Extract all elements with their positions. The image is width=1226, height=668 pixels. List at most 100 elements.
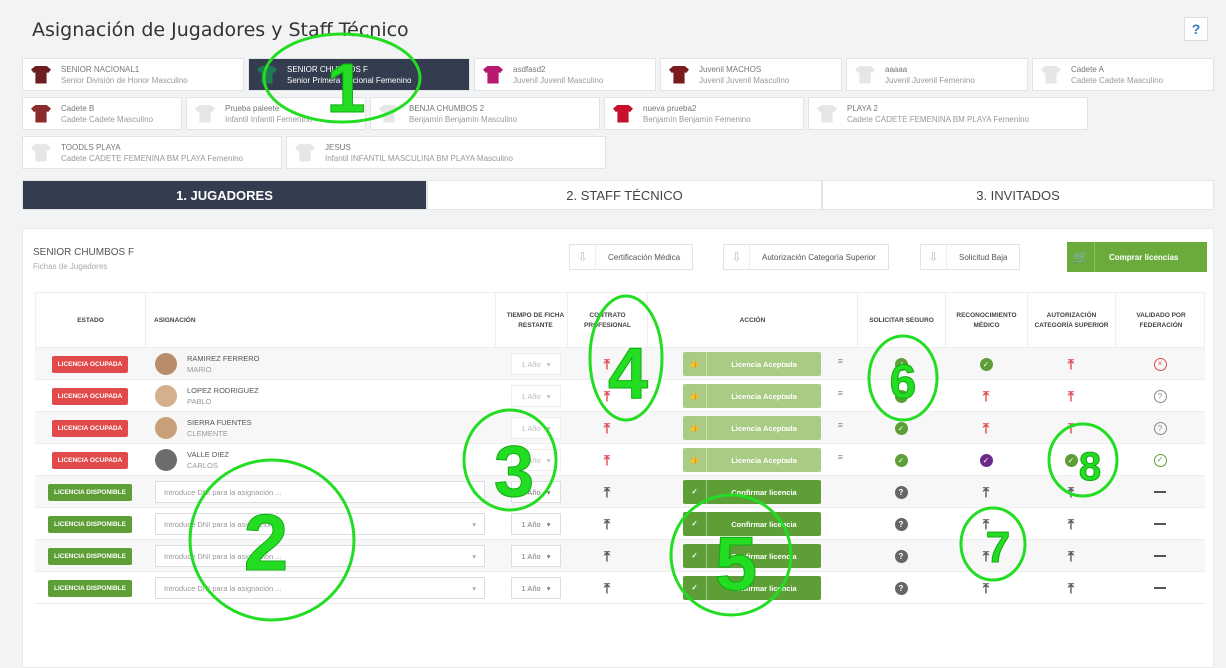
medical-upload-icon[interactable]: ⤒ [983,548,989,565]
team-card[interactable]: SENIOR CHUMBOS F Senior Primera Nacional … [248,58,470,91]
tab-staff-tecnico[interactable]: 2. STAFF TÉCNICO [427,180,822,210]
insurance-question-icon[interactable]: ? [894,517,908,531]
team-name: PLAYA 2 [847,103,878,113]
years-select[interactable]: 1 Año ▾ [511,449,561,471]
medical-ok-icon: ✓ [979,453,993,467]
termination-request-button[interactable]: ⇩ Solicitud Baja [920,244,1021,270]
chevron-down-icon: ▾ [472,583,476,593]
contract-upload-icon[interactable]: ⤒ [604,452,610,469]
col-medico: RECONOCIMIENTO MÉDICO [946,293,1028,349]
years-select[interactable]: 1 Año ▾ [511,353,561,375]
medical-upload-icon[interactable]: ⤒ [983,484,989,501]
panel-subtitle: Fichas de Jugadores [33,262,108,271]
license-accepted-button[interactable]: 👍 Licencia Aceptada [683,384,821,408]
medical-upload-icon[interactable]: ⤒ [983,420,989,437]
dni-assignment-input[interactable]: Introduce DNI para la asignación ... ▾ [155,513,485,535]
license-accepted-button[interactable]: 👍 Licencia Aceptada [683,416,821,440]
confirm-license-button[interactable]: ✓ Confirmar licencia [683,480,821,504]
team-card[interactable]: TOODLS PLAYA Cadete CADETE FEMENINA BM PL… [22,136,282,169]
chevron-down-icon: ▾ [546,391,551,401]
team-card[interactable]: aaaaa Juvenil Juvenil Femenino [846,58,1028,91]
team-category: Cadete Cadete Masculino [1071,75,1164,85]
team-card[interactable]: SENIOR NACIONAL1 Senior División de Honor… [22,58,244,91]
authorization-upload-icon[interactable]: ⤒ [1068,580,1074,597]
years-select[interactable]: 1 Año ▾ [511,577,561,599]
team-category: Benjamín Benjamín Masculino [409,114,518,124]
contract-upload-icon[interactable]: ⤒ [604,420,610,437]
menu-icon[interactable]: ≡ [838,388,843,398]
contract-upload-icon[interactable]: ⤒ [604,580,610,597]
authorization-upload-icon[interactable]: ⤒ [1068,388,1074,405]
contract-upload-icon[interactable]: ⤒ [604,516,610,533]
authorization-upload-icon[interactable]: ⤒ [1068,548,1074,565]
table-row: LICENCIA DISPONIBLE Introduce DNI para l… [35,540,1205,572]
player-surname: RAMIREZ FERRERO [187,354,260,363]
years-select[interactable]: 1 Año ▾ [511,385,561,407]
col-validado: VALIDADO POR FEDERACIÓN [1136,312,1186,329]
buy-licenses-button[interactable]: 🛒 Comprar licencias [1067,242,1207,272]
players-panel: SENIOR CHUMBOS F Fichas de Jugadores ⇩ C… [22,228,1214,668]
team-card[interactable]: Juvenil MACHOS Juvenil Juvenil Masculino [660,58,842,91]
team-card[interactable]: Prueba paleete Infantil Infantil Femenino [186,97,366,130]
insurance-ok-icon: ✓ [894,389,908,403]
team-card[interactable]: BENJA CHUMBOS 2 Benjamín Benjamín Masculi… [370,97,600,130]
years-select[interactable]: 1 Año ▾ [511,513,561,535]
team-category: Senior Primera Nacional Femenino [287,75,412,85]
dni-assignment-input[interactable]: Introduce DNI para la asignación ... ▾ [155,545,485,567]
insurance-question-icon[interactable]: ? [894,485,908,499]
menu-icon[interactable]: ≡ [838,356,843,366]
tab-jugadores[interactable]: 1. JUGADORES [22,180,427,210]
team-card[interactable]: nueva prueba2 Benjamín Benjamín Femenino [604,97,804,130]
dni-assignment-input[interactable]: Introduce DNI para la asignación ... ▾ [155,481,485,503]
license-accepted-button[interactable]: 👍 Licencia Aceptada [683,448,821,472]
help-button[interactable]: ? [1184,17,1208,41]
team-card[interactable]: PLAYA 2 Cadete CADETE FEMENINA BM PLAYA F… [808,97,1088,130]
confirm-license-button[interactable]: ✓ Confirmar licencia [683,512,821,536]
medical-upload-icon[interactable]: ⤒ [983,388,989,405]
contract-upload-icon[interactable]: ⤒ [604,548,610,565]
years-select[interactable]: 1 Año ▾ [511,545,561,567]
team-card[interactable]: Cadete B Cadete Cadete Masculino [22,97,182,130]
menu-icon[interactable]: ≡ [838,452,843,462]
check-icon: ✓ [683,576,707,600]
insurance-ok-icon: ✓ [894,421,908,435]
insurance-question-icon[interactable]: ? [894,549,908,563]
team-card[interactable]: asdfasd2 Juvenil Juvenil Masculino [474,58,656,91]
years-select[interactable]: 1 Año ▾ [511,417,561,439]
authorization-upload-icon[interactable]: ⤒ [1068,484,1074,501]
contract-upload-icon[interactable]: ⤒ [604,484,610,501]
team-category: Cadete CADETE FEMENINA BM PLAYA Femenino [847,114,1029,124]
medical-upload-icon[interactable]: ⤒ [983,580,989,597]
medical-upload-icon[interactable]: ⤒ [983,516,989,533]
insurance-ok-icon: ✓ [894,453,908,467]
tab-invitados[interactable]: 3. INVITADOS [822,180,1214,210]
authorization-upload-icon[interactable]: ⤒ [1068,356,1074,373]
contract-upload-icon[interactable]: ⤒ [604,388,610,405]
jersey-icon [31,104,51,123]
jersey-icon [483,65,503,84]
team-card[interactable]: JESUS Infantil INFANTIL MASCULINA BM PLAY… [286,136,606,169]
dni-assignment-input[interactable]: Introduce DNI para la asignación ... ▾ [155,577,485,599]
col-tiempo: TIEMPO DE FICHA RESTANTE [496,293,568,349]
confirm-license-button[interactable]: ✓ Confirmar licencia [683,544,821,568]
years-select[interactable]: 1 Año ▾ [511,481,561,503]
authorization-upload-icon[interactable]: ⤒ [1068,516,1074,533]
team-selector: SENIOR NACIONAL1 Senior División de Honor… [22,58,1214,174]
menu-icon[interactable]: ≡ [838,420,843,430]
jersey-icon [31,65,51,84]
insurance-question-icon[interactable]: ? [894,581,908,595]
contract-upload-icon[interactable]: ⤒ [604,356,610,373]
chevron-down-icon: ▾ [546,359,551,369]
chevron-down-icon: ▾ [546,519,551,529]
team-name: Juvenil MACHOS [699,64,762,74]
team-name: aaaaa [885,64,908,74]
category-authorization-button[interactable]: ⇩ Autorización Categoría Superior [723,244,889,270]
confirm-license-button[interactable]: ✓ Confirmar licencia [683,576,821,600]
medical-cert-button[interactable]: ⇩ Certificación Médica [569,244,694,270]
cart-icon: 🛒 [1067,242,1095,272]
license-status-badge: LICENCIA DISPONIBLE [48,547,132,565]
team-card[interactable]: Cadete A Cadete Cadete Masculino [1032,58,1214,91]
avatar [155,417,177,439]
license-accepted-button[interactable]: 👍 Licencia Aceptada [683,352,821,376]
authorization-upload-icon[interactable]: ⤒ [1068,420,1074,437]
